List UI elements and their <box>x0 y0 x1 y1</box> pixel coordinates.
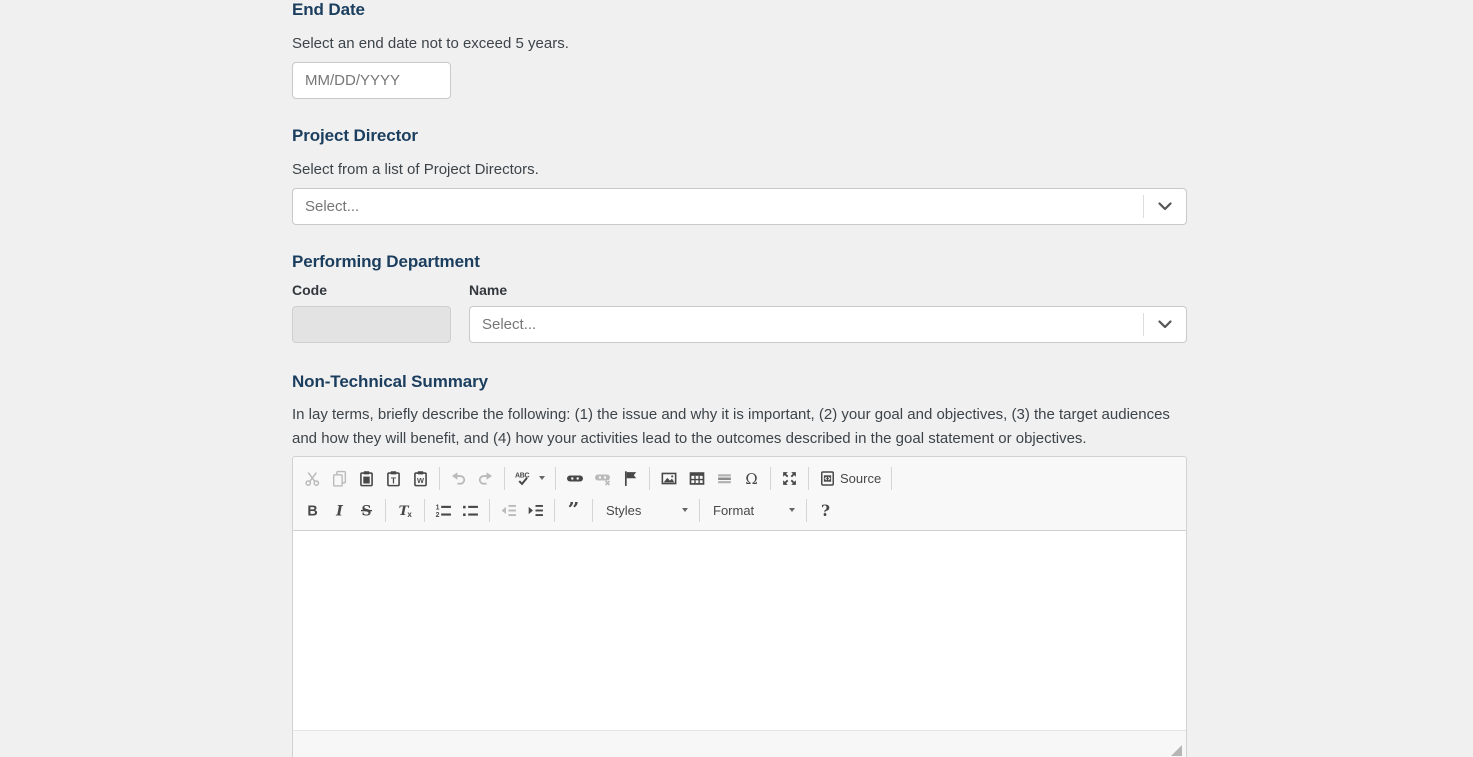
toolbar-separator <box>439 466 440 490</box>
editor-content-area[interactable] <box>293 530 1186 730</box>
toolbar-separator <box>699 498 700 522</box>
editor-toolbar: T W ABC Ω Source B IS Tx 12 ” Styles Format? <box>293 457 1186 530</box>
source-icon[interactable]: Source <box>815 465 885 491</box>
toolbar-separator <box>808 466 809 490</box>
department-name-select[interactable]: Select... <box>469 306 1187 343</box>
toolbar-separator <box>554 498 555 522</box>
department-name-select-value: Select... <box>482 316 537 333</box>
svg-text:x: x <box>407 510 412 519</box>
copy-icon <box>327 465 352 491</box>
maximize-icon[interactable] <box>777 465 802 491</box>
name-label: Name <box>469 282 508 298</box>
chevron-down-icon <box>1144 202 1186 211</box>
project-director-select-value: Select... <box>305 198 360 215</box>
svg-text:T: T <box>391 475 397 485</box>
project-director-select[interactable]: Select... <box>292 188 1187 225</box>
svg-text:I: I <box>335 503 344 519</box>
toolbar-separator <box>385 498 386 522</box>
horizontal-rule-icon[interactable] <box>712 465 737 491</box>
performing-department-title: Performing Department <box>292 252 480 271</box>
outdent-icon <box>496 497 521 523</box>
remove-format-icon[interactable]: Tx <box>392 497 418 523</box>
paste-text-icon[interactable]: T <box>381 465 406 491</box>
toolbar-separator <box>504 466 505 490</box>
caret-down-icon <box>789 508 795 512</box>
toolbar-separator <box>649 466 650 490</box>
toolbar-separator <box>592 498 593 522</box>
styles-dropdown[interactable]: Styles <box>600 497 692 523</box>
toolbar-separator <box>489 498 490 522</box>
styles-dropdown-label: Styles <box>606 502 642 518</box>
svg-text:1: 1 <box>436 504 440 511</box>
format-dropdown-label: Format <box>713 502 755 518</box>
toolbar-separator <box>806 498 807 522</box>
form-column: End Date Select an end date not to excee… <box>292 1 1187 757</box>
editor-footer <box>293 730 1186 757</box>
toolbar-separator <box>424 498 425 522</box>
strikethrough-icon[interactable]: S <box>354 497 379 523</box>
blockquote-icon[interactable]: ” <box>561 497 586 523</box>
form-page: End Date Select an end date not to excee… <box>0 0 1473 757</box>
help-icon[interactable]: ? <box>813 497 838 523</box>
cut-icon <box>300 465 325 491</box>
chevron-down-icon <box>1144 320 1186 329</box>
redo-icon <box>473 465 498 491</box>
end-date-input[interactable] <box>292 62 451 99</box>
spellcheck-icon[interactable]: ABC <box>511 465 549 491</box>
undo-icon <box>446 465 471 491</box>
source-icon-label: Source <box>840 470 882 486</box>
field-gap <box>451 306 469 343</box>
format-dropdown[interactable]: Format <box>707 497 799 523</box>
toolbar-separator <box>770 466 771 490</box>
table-icon[interactable] <box>684 465 710 491</box>
link-icon[interactable] <box>562 465 588 491</box>
editor-toolbar-row-1: T W ABC Ω Source <box>299 462 1180 494</box>
unlink-icon <box>590 465 616 491</box>
indent-icon[interactable] <box>523 497 548 523</box>
caret-down-icon <box>539 476 545 480</box>
svg-text:Ω: Ω <box>745 470 757 487</box>
anchor-icon[interactable] <box>618 465 643 491</box>
numbered-list-icon[interactable]: 12 <box>431 497 456 523</box>
caret-down-icon <box>682 508 688 512</box>
non-technical-summary-description: In lay terms, briefly describe the follo… <box>292 406 1170 447</box>
paste-icon[interactable] <box>354 465 379 491</box>
bold-icon[interactable]: B <box>300 497 325 523</box>
special-character-icon[interactable]: Ω <box>739 465 764 491</box>
svg-text:B: B <box>307 503 317 519</box>
editor-toolbar-row-2: B IS Tx 12 ” Styles Format? <box>299 494 1180 526</box>
project-director-description: Select from a list of Project Directors. <box>292 161 539 178</box>
svg-text:2: 2 <box>436 512 440 519</box>
end-date-title: End Date <box>292 0 365 19</box>
svg-text:W: W <box>417 476 424 485</box>
end-date-description: Select an end date not to exceed 5 years… <box>292 35 569 52</box>
code-label: Code <box>292 282 327 298</box>
paste-word-icon[interactable]: W <box>408 465 433 491</box>
non-technical-summary-title: Non-Technical Summary <box>292 372 488 391</box>
italic-icon[interactable]: I <box>327 497 352 523</box>
toolbar-separator <box>555 466 556 490</box>
project-director-title: Project Director <box>292 126 418 145</box>
rich-text-editor: T W ABC Ω Source B IS Tx 12 ” Styles Format? <box>292 456 1187 757</box>
resize-handle-icon[interactable] <box>1171 745 1182 756</box>
bulleted-list-icon[interactable] <box>458 497 483 523</box>
image-icon[interactable] <box>656 465 682 491</box>
department-code-input <box>292 306 451 343</box>
svg-text:?: ? <box>821 502 830 519</box>
svg-text:”: ” <box>568 502 580 519</box>
toolbar-separator <box>891 466 893 490</box>
